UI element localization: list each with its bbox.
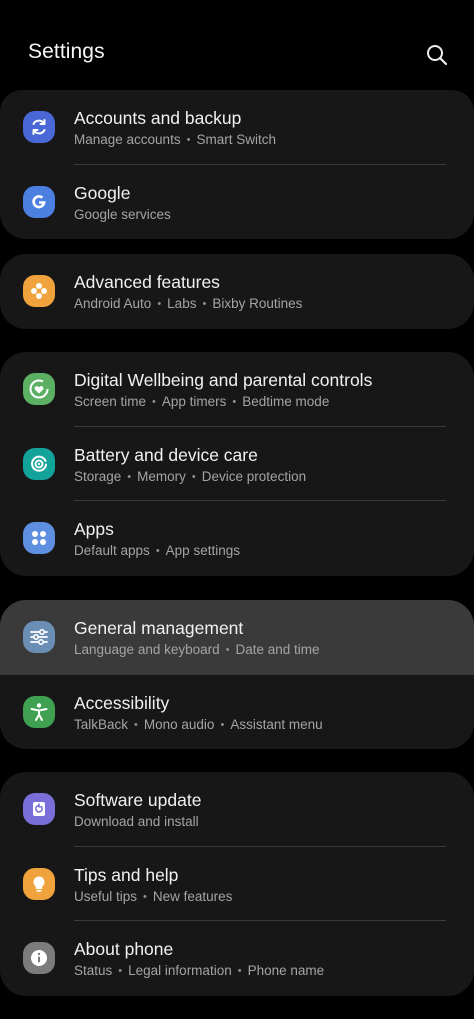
separator-dot: •	[220, 718, 225, 731]
settings-item-accounts-and-backup[interactable]: Accounts and backup Manage accounts • Smart…	[0, 90, 474, 165]
accessibility-person-icon	[23, 695, 55, 728]
settings-item-subtitle: TalkBack • Mono audio • Assistant menu	[74, 717, 323, 732]
settings-item-title: Tips and help	[74, 864, 179, 885]
settings-item-software-update[interactable]: Software update Download and install	[0, 772, 474, 847]
settings-item-digital-wellbeing-and-parental-controls[interactable]: Digital Wellbeing and parental controls S…	[0, 352, 474, 427]
heart-circle-icon	[23, 373, 55, 405]
separator-dot: •	[225, 644, 230, 656]
subtitle-part: Smart Switch	[196, 132, 276, 147]
separator-dot: •	[237, 965, 242, 977]
subtitle-part: Status	[74, 963, 113, 978]
separator-dot: •	[152, 396, 156, 408]
settings-item-google[interactable]: Google Google services	[0, 165, 474, 240]
sync-icon	[23, 111, 55, 143]
settings-group: Accounts and backup Manage accounts • Smart…	[0, 90, 474, 239]
settings-item-subtitle: Language and keyboard • Date and time	[74, 642, 320, 657]
separator-dot: •	[134, 718, 138, 731]
apps-grid-icon	[23, 522, 55, 554]
settings-item-accessibility[interactable]: Accessibility TalkBack • Mono audio • Assista…	[0, 675, 474, 750]
separator-dot: •	[118, 965, 123, 977]
settings-item-title: About phone	[74, 939, 174, 959]
subtitle-part: Google services	[74, 206, 171, 222]
settings-item-subtitle: Google services	[74, 207, 171, 222]
subtitle-part: Storage	[74, 468, 122, 484]
info-icon	[23, 942, 55, 974]
settings-item-title: General management	[74, 618, 244, 638]
settings-item-title: Accounts and backup	[74, 108, 242, 128]
settings-item-advanced-features[interactable]: Advanced features Android Auto • Labs • Bixby…	[0, 254, 474, 329]
subtitle-part: Memory	[137, 468, 186, 484]
separator-dot: •	[127, 470, 132, 483]
separator-dot: •	[157, 298, 162, 310]
subtitle-part: Useful tips	[74, 888, 138, 904]
search-icon	[427, 45, 448, 66]
separator-dot: •	[143, 890, 147, 903]
page-title: Settings	[28, 40, 105, 63]
settings-item-subtitle: Manage accounts • Smart Switch	[74, 132, 276, 147]
settings-group: Advanced features Android Auto • Labs • Bixby…	[0, 254, 474, 329]
separator-dot: •	[155, 545, 160, 557]
search-button[interactable]	[422, 40, 452, 70]
separator-dot: •	[191, 470, 196, 483]
settings-item-subtitle: Useful tips • New features	[74, 889, 232, 904]
subtitle-part: Mono audio	[143, 716, 215, 732]
subtitle-part: Default apps	[74, 543, 150, 558]
subtitle-part: TalkBack	[74, 716, 129, 732]
app-header: Settings	[0, 0, 474, 96]
sliders-icon	[23, 621, 55, 653]
lightbulb-icon	[23, 867, 55, 900]
settings-item-battery-and-device-care[interactable]: Battery and device care Storage • Memory • De…	[0, 427, 474, 501]
subtitle-part: Device protection	[201, 468, 307, 484]
settings-item-apps[interactable]: Apps Default apps • App settings	[0, 501, 474, 576]
settings-item-title: Apps	[74, 519, 114, 539]
settings-group: Digital Wellbeing and parental controls S…	[0, 352, 474, 576]
settings-item-title: Digital Wellbeing and parental controls	[74, 370, 373, 390]
settings-item-general-management[interactable]: General management Language and keyboard •…	[0, 600, 474, 675]
settings-item-title: Advanced features	[74, 272, 220, 292]
subtitle-part: Bixby Routines	[212, 296, 303, 311]
subtitle-part: Android Auto	[74, 296, 152, 311]
subtitle-part: Language and keyboard	[74, 642, 220, 657]
settings-item-title: Google	[74, 182, 131, 203]
settings-item-title: Battery and device care	[74, 444, 258, 465]
settings-item-subtitle: Default apps • App settings	[74, 543, 240, 558]
separator-dot: •	[232, 396, 237, 408]
google-g-icon	[23, 185, 55, 218]
settings-group: General management Language and keyboard •…	[0, 600, 474, 749]
settings-item-tips-and-help[interactable]: Tips and help Useful tips • New features	[0, 847, 474, 921]
subtitle-part: Phone name	[247, 963, 325, 978]
subtitle-part: Bedtime mode	[242, 394, 330, 409]
subtitle-part: Download and install	[74, 814, 199, 829]
settings-item-subtitle: Storage • Memory • Device protection	[74, 469, 306, 484]
separator-dot: •	[186, 134, 191, 146]
settings-item-title: Software update	[74, 790, 202, 810]
subtitle-part: Date and time	[235, 642, 320, 657]
subtitle-part: Screen time	[74, 394, 147, 409]
device-care-icon	[23, 447, 55, 480]
settings-item-subtitle: Android Auto • Labs • Bixby Routines	[74, 296, 302, 311]
software-update-icon	[23, 793, 55, 825]
settings-group: Software update Download and install Tips …	[0, 772, 474, 996]
settings-item-title: Accessibility	[74, 692, 170, 713]
subtitle-part: Labs	[167, 296, 197, 311]
subtitle-part: Assistant menu	[230, 716, 323, 732]
flower-gear-icon	[23, 275, 55, 307]
subtitle-part: Legal information	[128, 963, 232, 978]
settings-item-subtitle: Screen time • App timers • Bedtime mode	[74, 394, 329, 409]
subtitle-part: Manage accounts	[74, 132, 181, 147]
subtitle-part: App timers	[161, 394, 227, 409]
subtitle-part: App settings	[165, 543, 240, 558]
separator-dot: •	[202, 298, 207, 310]
subtitle-part: New features	[152, 888, 233, 904]
settings-item-subtitle: Download and install	[74, 814, 199, 829]
settings-item-subtitle: Status • Legal information • Phone name	[74, 963, 324, 978]
settings-item-about-phone[interactable]: About phone Status • Legal information • Phon…	[0, 921, 474, 996]
